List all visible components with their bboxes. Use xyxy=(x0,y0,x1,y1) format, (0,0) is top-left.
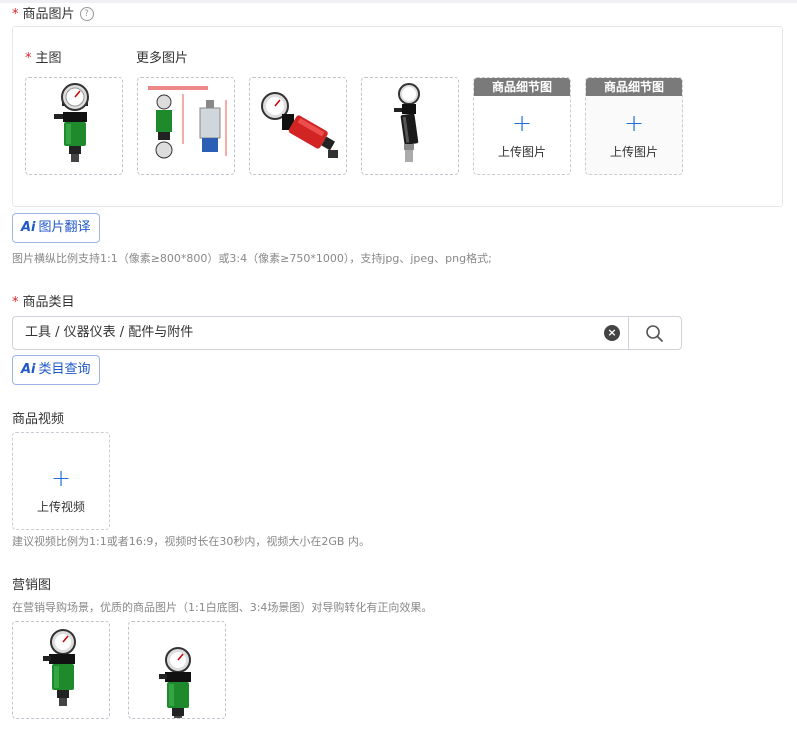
search-icon xyxy=(646,325,663,342)
main-image-thumb[interactable] xyxy=(25,77,123,175)
image-format-hint: 图片横纵比例支持1:1（像素≥800*800）或3:4（像素≥750*1000）… xyxy=(12,252,492,265)
help-icon[interactable]: ? xyxy=(79,6,94,21)
marketing-image-2[interactable] xyxy=(128,621,226,719)
category-query-label: 类目查询 xyxy=(38,362,91,377)
marketing-hint: 在营销导购场景，优质的商品图片（1:1白底图、3:4场景图）对导购转化有正向效果… xyxy=(12,601,433,614)
category-label: 商品类目 xyxy=(22,295,75,310)
more-image-thumb-2[interactable] xyxy=(249,77,347,175)
video-hint: 建议视频比例为1:1或者16:9，视频时长在30秒内，视频大小在2GB 内。 xyxy=(12,535,370,548)
gauge-regulator-image xyxy=(43,629,76,706)
more-image-thumb-1[interactable] xyxy=(137,77,235,175)
marketing-image-1[interactable] xyxy=(12,621,110,719)
more-image-thumb-3[interactable] xyxy=(361,77,459,175)
detail-image-header: 商品细节图 xyxy=(474,78,570,96)
ai-icon: Ai xyxy=(21,362,36,377)
product-images-title: * 商品图片? xyxy=(12,3,94,22)
more-images-label: 更多图片 xyxy=(136,51,189,66)
video-label: 商品视频 xyxy=(12,412,65,427)
required-mark: * xyxy=(12,7,19,22)
clear-icon[interactable]: × xyxy=(604,325,620,341)
required-mark: * xyxy=(25,51,32,66)
upload-image-text: 上传图片 xyxy=(609,145,658,159)
marketing-label: 营销图 xyxy=(12,578,52,593)
detail-image-upload-2[interactable]: 商品细节图 + 上传图片 xyxy=(585,77,683,175)
ai-category-query-button[interactable]: Ai 类目查询 xyxy=(12,355,100,385)
top-divider xyxy=(0,0,797,3)
plus-icon: + xyxy=(50,464,72,492)
image-translate-label: 图片翻译 xyxy=(38,220,91,235)
product-images-label: 商品图片 xyxy=(22,7,75,22)
red-regulator-image xyxy=(261,92,338,158)
category-value: 工具 / 仪器仪表 / 配件与附件 xyxy=(25,325,194,340)
dimension-diagram-image xyxy=(148,86,227,159)
ai-image-translate-button[interactable]: Ai 图片翻译 xyxy=(12,213,100,243)
main-image-title: * 主图 xyxy=(25,47,62,66)
black-regulator-image xyxy=(394,83,420,162)
upload-image-text: 上传图片 xyxy=(497,145,546,159)
plus-icon: + xyxy=(623,109,645,137)
plus-icon: + xyxy=(511,109,533,137)
category-search-button[interactable] xyxy=(628,317,682,349)
ai-icon: Ai xyxy=(21,220,36,235)
required-mark: * xyxy=(12,295,19,310)
upload-video-text: 上传视频 xyxy=(36,500,85,514)
gauge-regulator-image xyxy=(54,83,89,162)
video-upload[interactable]: + 上传视频 xyxy=(12,432,110,530)
gauge-regulator-image xyxy=(159,647,191,718)
category-input[interactable]: 工具 / 仪器仪表 / 配件与附件 × xyxy=(12,316,682,350)
category-title: * 商品类目 xyxy=(12,291,75,310)
detail-image-header: 商品细节图 xyxy=(586,78,682,96)
detail-image-upload-1[interactable]: 商品细节图 + 上传图片 xyxy=(473,77,571,175)
main-image-label: 主图 xyxy=(35,51,62,66)
